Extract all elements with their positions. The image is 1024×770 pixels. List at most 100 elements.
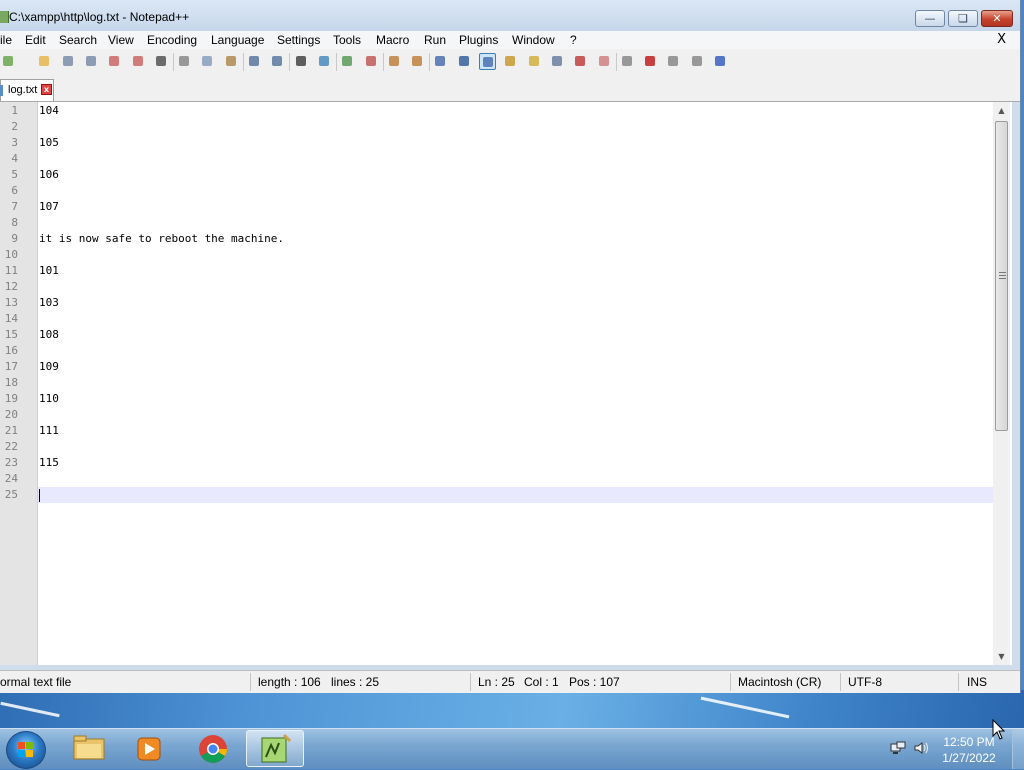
cut-icon[interactable] (176, 53, 193, 70)
document-map-icon-glyph (528, 56, 539, 66)
save-icon-glyph (62, 56, 73, 66)
document-map-icon[interactable] (526, 53, 543, 70)
title-bar[interactable]: C:\xampp\http\log.txt - Notepad++ — ❏ ✕ (0, 0, 1020, 32)
word-wrap-icon[interactable] (432, 53, 449, 70)
close-all-icon[interactable] (130, 53, 147, 70)
close-icon: ✕ (992, 12, 1002, 25)
show-all-chars-icon[interactable] (456, 53, 473, 70)
taskbar-media-player-button[interactable] (122, 730, 180, 767)
tab-log-txt[interactable]: log.txt x (0, 79, 54, 101)
menu-encoding[interactable]: Encoding (147, 33, 197, 47)
volume-icon[interactable] (914, 741, 930, 755)
status-pos: Pos : 107 (569, 675, 620, 689)
indent-guide-icon[interactable] (479, 53, 496, 70)
taskbar-explorer-button[interactable] (60, 730, 118, 767)
editor-line: 108 (39, 328, 59, 341)
toolbar-separator (335, 53, 337, 71)
save-all-icon[interactable] (83, 53, 100, 70)
taskbar-notepad-plus-plus-button[interactable] (246, 730, 304, 767)
menu-search[interactable]: Search (59, 33, 97, 47)
status-eol-format[interactable]: Macintosh (CR) (738, 675, 821, 689)
flag-quadrant (18, 750, 25, 757)
show-desktop-button[interactable] (1012, 729, 1024, 769)
line-number: 25 (4, 488, 18, 501)
paste-icon[interactable] (223, 53, 240, 70)
tab-label: log.txt (8, 84, 38, 96)
play-macro-icon[interactable] (665, 53, 682, 70)
start-record-icon[interactable] (619, 53, 636, 70)
scrollbar-thumb[interactable] (995, 121, 1008, 431)
tab-close-icon[interactable]: x (41, 84, 52, 95)
zoom-in-icon[interactable] (339, 53, 356, 70)
show-all-chars-icon-glyph (458, 56, 469, 66)
function-list-icon[interactable] (549, 53, 566, 70)
menu-macro[interactable]: Macro (376, 33, 409, 47)
open-file-icon[interactable] (36, 53, 53, 70)
menu-file[interactable]: ile (0, 33, 12, 47)
new-file-icon[interactable] (0, 53, 17, 70)
maximize-button[interactable]: ❏ (948, 10, 978, 27)
close-document-button[interactable]: X (997, 32, 1006, 47)
line-number: 15 (4, 328, 18, 341)
start-record-icon-glyph (621, 56, 632, 66)
status-divider (250, 673, 251, 691)
user-language-icon[interactable] (502, 53, 519, 70)
zoom-out-icon[interactable] (363, 53, 380, 70)
menu-help[interactable]: ? (570, 33, 577, 47)
play-macro-icon-glyph (668, 56, 679, 66)
status-encoding[interactable]: UTF-8 (848, 675, 882, 689)
status-bar: ormal text file length : 106 lines : 25 … (0, 670, 1020, 693)
toolbar-separator (615, 53, 617, 71)
sync-vertical-icon-glyph (388, 56, 399, 66)
menu-view[interactable]: View (108, 33, 134, 47)
menu-tools[interactable]: Tools (333, 33, 361, 47)
save-icon[interactable] (60, 53, 77, 70)
find-icon-glyph (295, 56, 306, 66)
toolbar-separator (429, 53, 431, 71)
sync-horizontal-icon-glyph (412, 56, 423, 66)
network-icon[interactable] (890, 741, 906, 755)
menu-window[interactable]: Window (512, 33, 555, 47)
redo-icon[interactable] (269, 53, 286, 70)
folder-as-workspace-icon[interactable] (572, 53, 589, 70)
vertical-scrollbar[interactable]: ▲ ▼ (993, 102, 1010, 665)
media-player-icon (137, 737, 161, 761)
menu-plugins[interactable]: Plugins (459, 33, 498, 47)
redo-icon-glyph (272, 56, 283, 66)
close-icon[interactable] (106, 53, 123, 70)
run-macro-multiple-icon[interactable] (689, 53, 706, 70)
notepad-plus-plus-icon (261, 733, 292, 763)
menu-bar: ile Edit Search View Encoding Language S… (0, 31, 1020, 49)
minimize-button[interactable]: — (915, 10, 945, 27)
start-button[interactable] (6, 731, 46, 769)
line-number: 11 (4, 264, 18, 277)
app-icon (0, 11, 9, 23)
minimize-icon: — (924, 12, 936, 25)
find-icon[interactable] (293, 53, 310, 70)
scroll-up-arrow-icon[interactable]: ▲ (993, 102, 1010, 119)
taskbar-chrome-button[interactable] (184, 730, 242, 767)
close-button[interactable]: ✕ (981, 10, 1013, 27)
menu-run[interactable]: Run (424, 33, 446, 47)
print-icon[interactable] (153, 53, 170, 70)
monitoring-icon[interactable] (596, 53, 613, 70)
replace-icon[interactable] (316, 53, 333, 70)
editor-line: 110 (39, 392, 59, 405)
line-number: 19 (4, 392, 18, 405)
save-macro-icon[interactable] (712, 53, 729, 70)
sync-vertical-icon[interactable] (386, 53, 403, 70)
sync-horizontal-icon[interactable] (409, 53, 426, 70)
undo-icon[interactable] (246, 53, 263, 70)
line-number: 7 (11, 200, 18, 213)
line-number: 13 (4, 296, 18, 309)
copy-icon[interactable] (199, 53, 216, 70)
menu-edit[interactable]: Edit (25, 33, 46, 47)
status-insert-mode[interactable]: INS (967, 675, 987, 689)
menu-language[interactable]: Language (211, 33, 264, 47)
scroll-down-arrow-icon[interactable]: ▼ (993, 648, 1010, 665)
close-all-icon-glyph (132, 56, 143, 66)
paste-icon-glyph (225, 56, 236, 66)
menu-settings[interactable]: Settings (277, 33, 320, 47)
stop-record-icon[interactable] (642, 53, 659, 70)
text-editor[interactable]: 1 104 2 3 105 4 5 106 6 7 107 8 9 it is now safe to r… (0, 102, 1012, 665)
